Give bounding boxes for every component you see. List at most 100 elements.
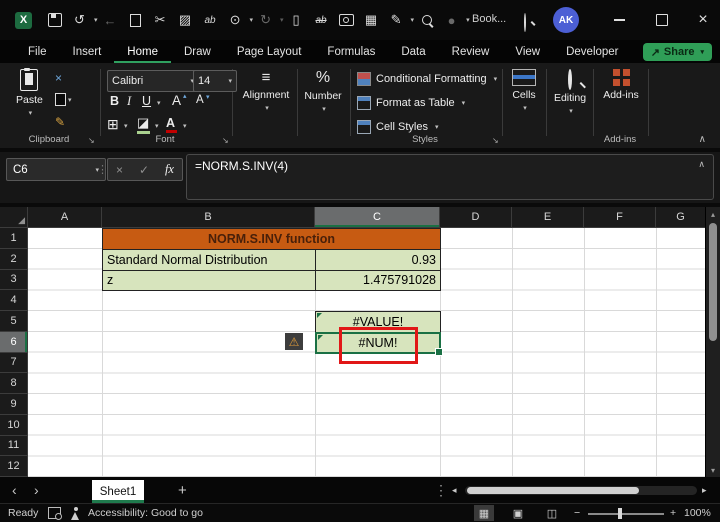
scroll-up-icon[interactable]: ▴ xyxy=(706,207,720,221)
alignment-button[interactable]: ≡ Alignment ▾ xyxy=(238,69,294,112)
more-commands-icon[interactable]: ▾ xyxy=(466,16,470,24)
paste-caret-icon[interactable]: ▾ xyxy=(29,109,33,117)
excel-logo-icon[interactable]: X xyxy=(15,11,32,29)
row-header-6[interactable]: 6 xyxy=(0,331,28,353)
format-as-table-button[interactable]: Format as Table ▾ xyxy=(357,96,465,110)
cell-b1-title[interactable]: NORM.S.INV function xyxy=(102,228,441,250)
share-button[interactable]: ↗ Share ▾ xyxy=(642,43,712,61)
row-header-12[interactable]: 12 xyxy=(0,456,28,477)
row-header-7[interactable]: 7 xyxy=(0,352,28,374)
undo-caret-icon[interactable]: ▾ xyxy=(94,16,98,24)
column-header-g[interactable]: G xyxy=(656,207,706,228)
tab-file[interactable]: File xyxy=(15,40,60,63)
fill-color-caret-icon[interactable]: ▾ xyxy=(155,122,159,130)
new-file-icon[interactable]: ▯ xyxy=(286,9,307,31)
record-icon[interactable]: ● xyxy=(441,9,462,31)
column-header-b[interactable]: B xyxy=(102,207,315,228)
column-header-e[interactable]: E xyxy=(512,207,584,228)
strikethrough-icon[interactable]: ab xyxy=(311,9,332,31)
copy-button[interactable]: ▾ xyxy=(55,90,72,106)
row-header-11[interactable]: 11 xyxy=(0,435,28,457)
underline-caret-icon[interactable]: ▾ xyxy=(157,99,161,107)
tab-developer[interactable]: Developer xyxy=(553,40,631,63)
copy-caret-icon[interactable]: ▾ xyxy=(68,96,72,104)
formula-input[interactable]: =NORM.S.INV(4) ∧ xyxy=(186,154,714,200)
vertical-scrollbar[interactable]: ▴ ▾ xyxy=(705,207,720,477)
camera-icon[interactable] xyxy=(336,9,357,31)
clipboard-dialog-launcher-icon[interactable]: ↘ xyxy=(88,136,95,145)
cell-b2[interactable]: Standard Normal Distribution xyxy=(102,248,316,271)
format-painter-button[interactable]: ✎ xyxy=(55,115,65,129)
touch-mode-caret-icon[interactable]: ▾ xyxy=(250,16,254,24)
page-break-view-button[interactable]: ◫ xyxy=(542,505,562,521)
export-caret-icon[interactable]: ▾ xyxy=(411,16,415,24)
touch-mode-icon[interactable]: ⊙ xyxy=(225,9,246,31)
cell-b3[interactable]: z xyxy=(102,269,316,292)
undo-icon[interactable]: ↺ xyxy=(69,9,90,31)
cells-button[interactable]: Cells ▾ xyxy=(506,69,542,112)
bold-button[interactable]: B xyxy=(110,94,119,108)
phonetic-icon[interactable]: ab xyxy=(200,9,221,31)
number-button[interactable]: % Number ▾ xyxy=(300,69,346,113)
vertical-scroll-thumb[interactable] xyxy=(709,223,717,341)
cell-c2[interactable]: 0.93 xyxy=(315,248,441,271)
cut-icon[interactable]: ✂ xyxy=(150,9,171,31)
row-header-10[interactable]: 10 xyxy=(0,414,28,436)
italic-button[interactable]: I xyxy=(127,94,131,109)
prev-sheet-icon[interactable]: ‹ xyxy=(12,477,17,503)
column-header-a[interactable]: A xyxy=(28,207,102,228)
minimize-button[interactable] xyxy=(604,8,634,32)
cell-styles-button[interactable]: Cell Styles ▾ xyxy=(357,120,438,134)
grow-font-button[interactable]: A xyxy=(172,93,181,108)
borders-caret-icon[interactable]: ▾ xyxy=(124,122,128,130)
maximize-button[interactable] xyxy=(647,8,677,32)
accessibility-status[interactable]: Accessibility: Good to go xyxy=(88,504,203,522)
zoom-in-button[interactable]: + xyxy=(670,504,676,522)
hscroll-right-icon[interactable]: ▸ xyxy=(702,477,707,503)
collapse-ribbon-icon[interactable]: ∧ xyxy=(699,134,706,145)
cells-area[interactable]: NORM.S.INV function Standard Normal Dist… xyxy=(28,228,706,477)
font-size-select[interactable]: 14 ▾ xyxy=(193,70,237,92)
tab-review[interactable]: Review xyxy=(439,40,503,63)
protect-find-icon[interactable] xyxy=(416,9,437,31)
scroll-down-icon[interactable]: ▾ xyxy=(706,463,720,477)
editing-button[interactable]: Editing ▾ xyxy=(549,69,591,115)
column-header-c[interactable]: C xyxy=(315,207,440,228)
lookup-table-icon[interactable]: ▦ xyxy=(361,9,382,31)
row-header-2[interactable]: 2 xyxy=(0,248,28,270)
next-sheet-icon[interactable]: › xyxy=(34,477,39,503)
font-color-button[interactable]: A xyxy=(166,116,177,133)
search-icon[interactable] xyxy=(524,13,526,32)
normal-view-button[interactable]: ▦ xyxy=(474,505,494,521)
zoom-level[interactable]: 100% xyxy=(684,504,711,522)
hscroll-left-icon[interactable]: ◂ xyxy=(452,477,457,503)
add-ins-button[interactable]: Add-ins xyxy=(598,69,644,101)
export-pen-icon[interactable]: ✎ xyxy=(386,9,407,31)
account-avatar[interactable]: AK xyxy=(553,7,579,33)
page-layout-view-button[interactable]: ▣ xyxy=(508,505,528,521)
font-color-caret-icon[interactable]: ▾ xyxy=(183,122,187,130)
tab-page-layout[interactable]: Page Layout xyxy=(224,40,315,63)
borders-button[interactable]: ⊞ xyxy=(107,116,119,133)
accessibility-icon[interactable] xyxy=(70,504,81,522)
horizontal-scrollbar[interactable] xyxy=(465,486,697,495)
tab-insert[interactable]: Insert xyxy=(60,40,115,63)
sheet-tab-sheet1[interactable]: Sheet1 xyxy=(92,480,144,503)
font-name-select[interactable]: Calibri ▾ xyxy=(107,70,199,92)
error-warning-icon[interactable]: ⚠ xyxy=(285,333,303,350)
row-header-5[interactable]: 5 xyxy=(0,311,28,332)
shrink-font-button[interactable]: A xyxy=(196,94,204,106)
zoom-slider-thumb[interactable] xyxy=(618,508,622,519)
horizontal-scroll-thumb[interactable] xyxy=(467,487,639,494)
close-button[interactable]: × xyxy=(688,8,718,32)
name-box[interactable]: C6 ▾ xyxy=(6,158,106,181)
expand-formula-bar-icon[interactable]: ∧ xyxy=(698,159,705,170)
fill-handle[interactable] xyxy=(435,347,443,356)
add-sheet-button[interactable]: + xyxy=(178,477,187,503)
tab-formulas[interactable]: Formulas xyxy=(314,40,388,63)
fill-color-button[interactable]: ◪ xyxy=(137,115,150,134)
sheet-options-icon[interactable]: ⋮ xyxy=(434,477,448,503)
copy-icon[interactable] xyxy=(125,9,146,31)
picture-icon[interactable]: ▨ xyxy=(175,9,196,31)
paste-button[interactable]: Paste ▾ xyxy=(16,68,43,117)
